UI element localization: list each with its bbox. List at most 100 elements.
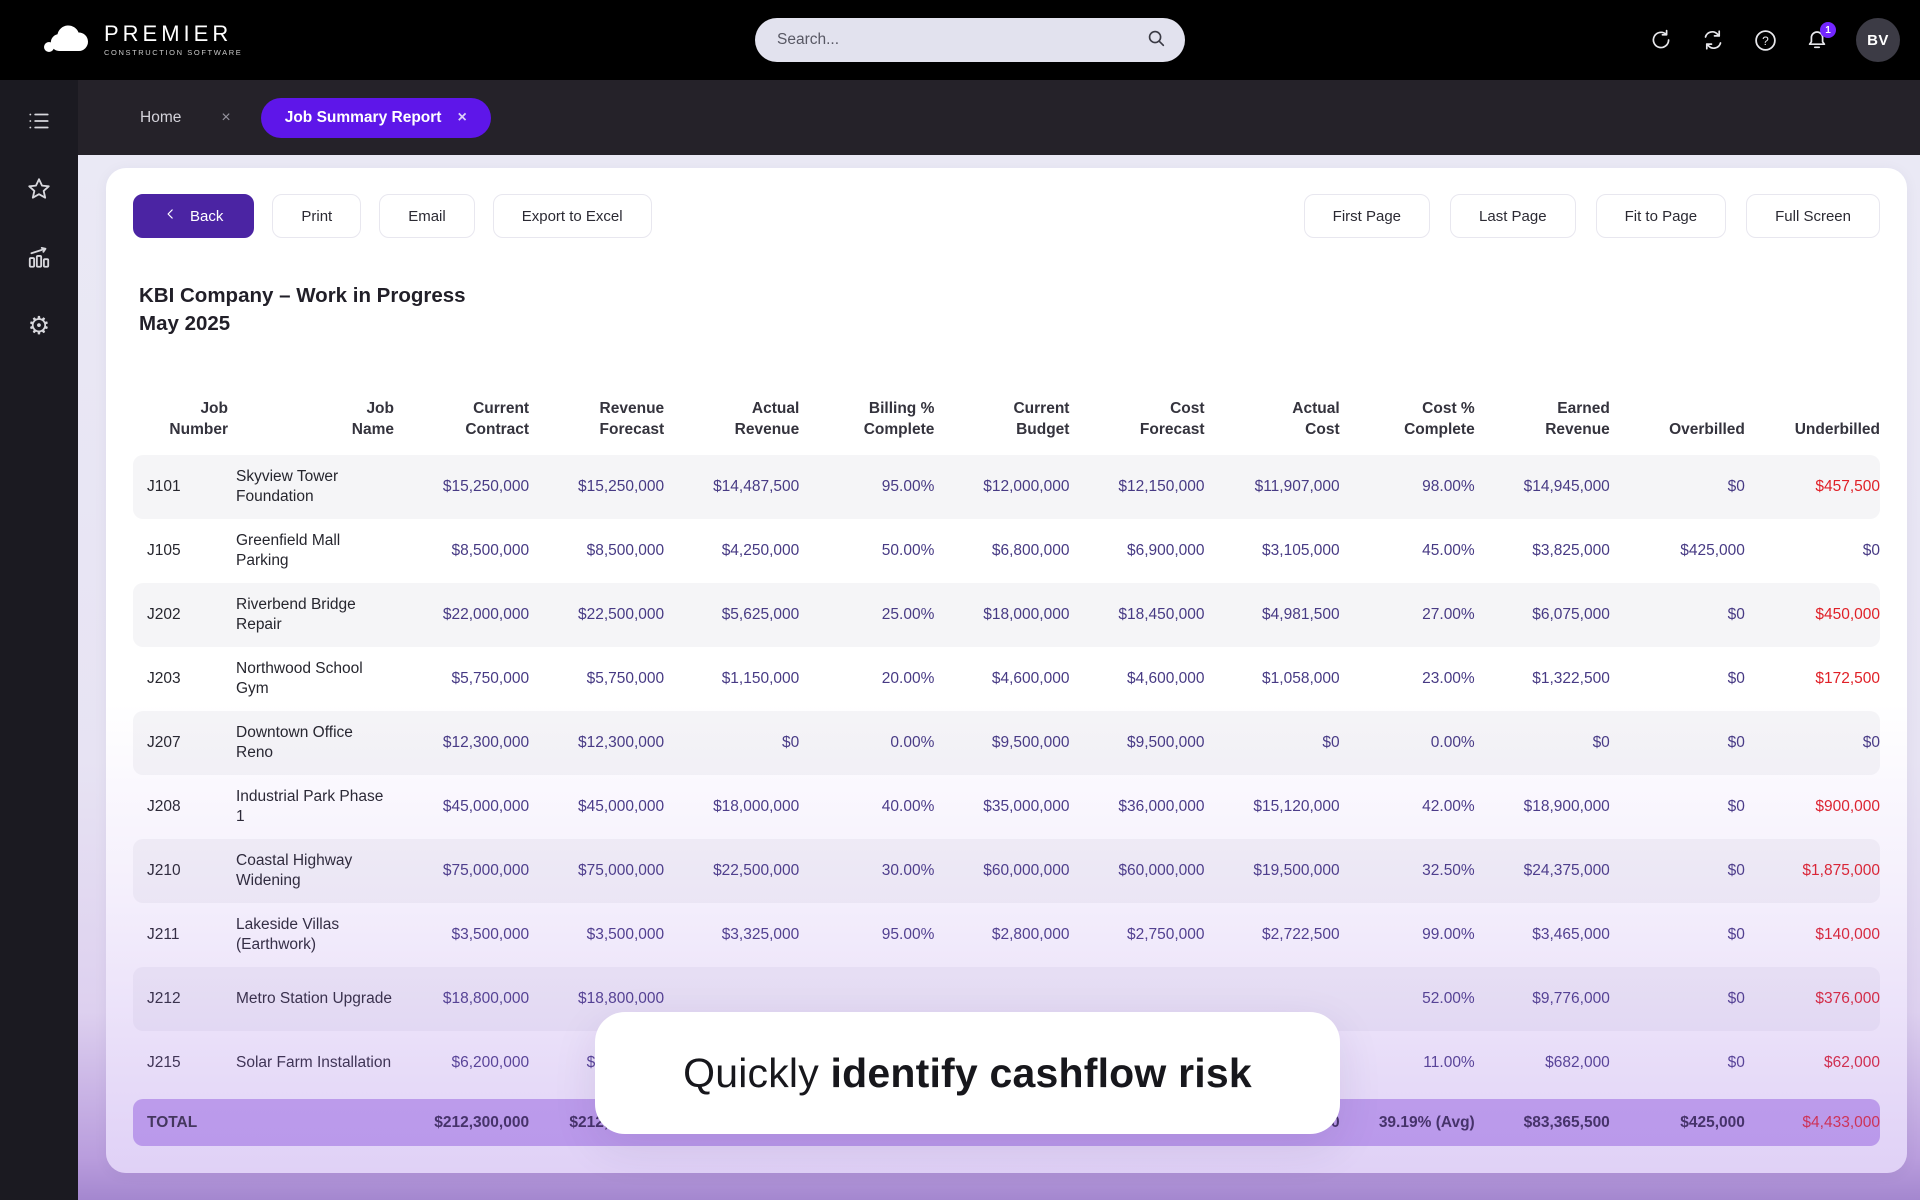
menu-list-icon[interactable] <box>26 108 52 134</box>
sync-icon[interactable] <box>1700 27 1726 53</box>
cell-earned_revenue: $682,000 <box>1545 1054 1610 1072</box>
cell-current_contract: $8,500,000 <box>451 542 530 560</box>
cell-earned_revenue: $1,322,500 <box>1532 670 1610 688</box>
refresh-icon[interactable] <box>1648 27 1674 53</box>
tab-job-summary-label: Job Summary Report <box>284 108 442 126</box>
reports-chart-icon[interactable] <box>26 244 52 270</box>
cell-cost_forecast: $12,150,000 <box>1118 478 1205 496</box>
notifications-bell-icon[interactable]: 1 <box>1804 22 1836 53</box>
cell-cost_pct_complete: 98.00% <box>1422 478 1475 496</box>
cell-actual_cost: $0 <box>1322 734 1340 752</box>
cell-cost_forecast: $9,500,000 <box>1126 734 1205 752</box>
cell-actual_cost: $4,981,500 <box>1262 606 1340 624</box>
search-input[interactable] <box>777 31 1145 49</box>
cell-earned_revenue: $3,465,000 <box>1532 926 1610 944</box>
favorites-star-icon[interactable] <box>26 176 52 202</box>
cell-current_contract: $212,300,000 <box>434 1113 530 1131</box>
cell-current_contract: $22,000,000 <box>442 606 530 624</box>
cell-overbilled: $425,000 <box>1680 542 1745 560</box>
top-header: PREMIER CONSTRUCTION SOFTWARE ? <box>0 0 1920 80</box>
cloud-logo-icon <box>42 24 94 56</box>
col-header-billing_pct_complete: Billing % Complete <box>863 399 935 439</box>
cell-revenue_forecast: $18,800,000 <box>577 990 665 1008</box>
cell-cost_forecast: $2,750,000 <box>1126 926 1205 944</box>
cell-billing_pct_complete: 30.00% <box>881 862 935 880</box>
settings-gear-icon[interactable]: ⚙ <box>26 312 52 338</box>
cell-overbilled: $0 <box>1727 734 1745 752</box>
overlay-text: Quickly identify cashflow risk <box>683 1049 1252 1096</box>
table-row: J105 Greenfield Mall Parking $8,500,000 $8,… <box>133 519 1880 583</box>
email-button[interactable]: Email <box>379 194 475 238</box>
table-body: J101 Skyview Tower Foundation $15,250,000 $… <box>133 455 1880 1095</box>
cell-cost_pct_complete: 11.00% <box>1423 1054 1475 1072</box>
cell-current_budget: $60,000,000 <box>983 862 1070 880</box>
tab-home-close-icon[interactable]: × <box>221 109 230 127</box>
tab-job-summary-close-icon[interactable]: × <box>457 109 466 127</box>
cell-current_contract: $18,800,000 <box>442 990 530 1008</box>
logo-subtitle: CONSTRUCTION SOFTWARE <box>104 48 243 58</box>
col-header-current_contract: Current Contract <box>465 399 530 439</box>
cell-cost_pct_complete: 42.00% <box>1422 798 1475 816</box>
cell-job_number: J215 <box>147 1054 181 1072</box>
cell-cost_forecast: $4,600,000 <box>1126 670 1205 688</box>
cell-cost_pct_complete: 45.00% <box>1422 542 1475 560</box>
global-search[interactable] <box>755 18 1185 62</box>
cell-billing_pct_complete: 40.00% <box>881 798 935 816</box>
cell-current_budget: $4,600,000 <box>991 670 1070 688</box>
cell-underbilled: $1,875,000 <box>1802 862 1880 880</box>
cell-current_contract: $15,250,000 <box>442 478 530 496</box>
cell-billing_pct_complete: 20.00% <box>881 670 935 688</box>
cell-actual_revenue: $3,325,000 <box>721 926 800 944</box>
tab-home[interactable]: Home × <box>140 109 231 127</box>
cell-job_number: J210 <box>147 862 181 880</box>
svg-text:?: ? <box>1762 33 1769 47</box>
cell-revenue_forecast: $75,000,000 <box>577 862 665 880</box>
report-period: May 2025 <box>139 311 231 335</box>
cell-job_name: Skyview Tower Foundation <box>236 467 339 506</box>
col-header-actual_cost: Actual Cost <box>1292 399 1340 439</box>
cell-overbilled: $425,000 <box>1680 1113 1745 1131</box>
cell-current_budget: $35,000,000 <box>983 798 1070 816</box>
tab-job-summary-report[interactable]: Job Summary Report × <box>260 97 491 138</box>
cell-cost_pct_complete: 39.19% (Avg) <box>1378 1113 1475 1131</box>
cell-job_number: J208 <box>147 798 181 816</box>
table-row: J101 Skyview Tower Foundation $15,250,000 $… <box>133 455 1880 520</box>
cell-actual_revenue: $1,150,000 <box>721 670 800 688</box>
full-screen-button[interactable]: Full Screen <box>1746 194 1880 238</box>
cell-current_budget: $2,800,000 <box>991 926 1070 944</box>
cell-current_budget: $12,000,000 <box>983 478 1070 496</box>
cell-billing_pct_complete: 25.00% <box>881 606 935 624</box>
cell-overbilled: $0 <box>1727 990 1745 1008</box>
cell-current_contract: $75,000,000 <box>442 862 530 880</box>
cell-cost_pct_complete: 27.00% <box>1422 606 1475 624</box>
cell-actual_cost: $2,722,500 <box>1262 926 1340 944</box>
table-row: J202 Riverbend Bridge Repair $22,000,000 $2… <box>133 583 1880 648</box>
last-page-button[interactable]: Last Page <box>1450 194 1576 238</box>
export-to-excel-button[interactable]: Export to Excel <box>492 194 652 238</box>
cell-earned_revenue: $9,776,000 <box>1532 990 1610 1008</box>
cell-job_number: J211 <box>147 926 180 944</box>
first-page-button[interactable]: First Page <box>1303 194 1431 238</box>
back-button[interactable]: Back <box>133 194 255 238</box>
cell-job_number: J202 <box>147 606 181 624</box>
col-header-job_name: Job Name <box>351 399 394 439</box>
help-icon[interactable]: ? <box>1752 27 1778 53</box>
cell-billing_pct_complete: 95.00% <box>881 926 935 944</box>
cell-job_name: Greenfield Mall Parking <box>236 531 341 570</box>
cell-actual_cost: $1,058,000 <box>1262 670 1340 688</box>
table-row: J208 Industrial Park Phase 1 $45,000,000 $4… <box>133 775 1880 839</box>
print-button[interactable]: Print <box>272 194 362 238</box>
cell-actual_revenue: $14,487,500 <box>713 478 800 496</box>
cell-underbilled: $457,500 <box>1815 478 1880 496</box>
cell-cost_pct_complete: 99.00% <box>1422 926 1475 944</box>
report-title: KBI Company – Work in Progress <box>139 284 466 307</box>
col-header-cost_forecast: Cost Forecast <box>1139 399 1205 439</box>
cell-underbilled: $376,000 <box>1815 990 1880 1008</box>
table-row: J211 Lakeside Villas (Earthwork) $3,500,00… <box>133 903 1880 967</box>
cell-revenue_forecast: $8,500,000 <box>586 542 665 560</box>
cell-job_name: Downtown Office Reno <box>236 723 353 762</box>
user-avatar[interactable]: BV <box>1856 18 1900 62</box>
fit-to-page-button[interactable]: Fit to Page <box>1595 194 1727 238</box>
search-icon[interactable] <box>1145 27 1167 54</box>
cell-overbilled: $0 <box>1727 606 1745 624</box>
